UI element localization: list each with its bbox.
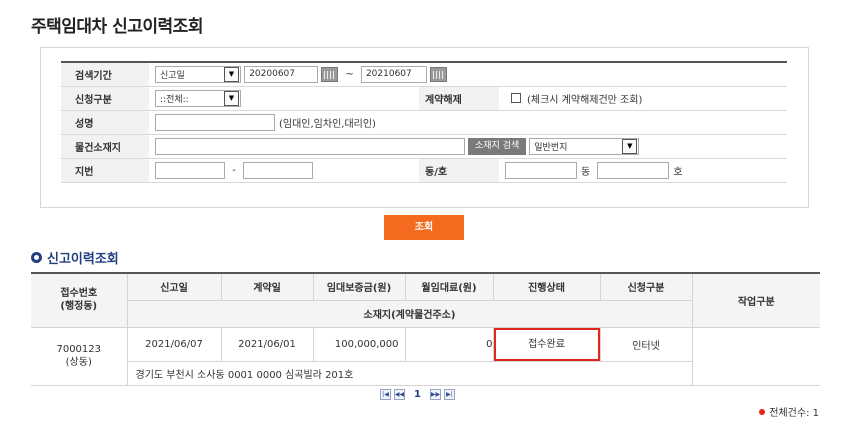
header-monthly-rent: 월임대료(원)	[404, 272, 494, 301]
table-header-row: 접수번호 (행정동) 신고일 계약일 임대보증금(원) 월임대료(원) 진행상태…	[31, 272, 820, 328]
cell-deposit: 100,000,000	[312, 326, 406, 362]
table-row[interactable]: 7000123 (상동) 2021/06/07 2021/06/01 100,0…	[31, 326, 820, 386]
cell-address: 경기도 부천시 소사동 0001 0000 심곡빌라 201호	[126, 360, 693, 386]
name-hint: (임대인,임차인,대리인)	[279, 118, 376, 130]
header-address: 소재지(계약물건주소)	[126, 299, 693, 328]
status-badge: 접수완료	[493, 327, 600, 361]
chevron-down-icon: ▼	[224, 90, 239, 106]
request-type-cell: ::전체:: ▼	[149, 86, 419, 111]
search-row-name: 성명 (임대인,임차인,대리인)	[61, 110, 787, 135]
page-title: 주택임대차 신고이력조회	[31, 17, 203, 37]
name-label: 성명	[61, 110, 149, 135]
search-button[interactable]: 조회	[384, 215, 464, 240]
page-number-current[interactable]: 1	[414, 389, 421, 400]
header-report-date: 신고일	[126, 272, 222, 301]
cancel-checkbox[interactable]	[511, 93, 521, 103]
calendar-icon[interactable]	[321, 66, 339, 82]
cell-work-type	[691, 326, 820, 386]
prev-page-icon[interactable]: ◀◀	[394, 389, 405, 400]
cell-progress: 접수완료	[492, 326, 601, 362]
period-type-select[interactable]: 신고일 ▼	[155, 65, 241, 83]
dong-input[interactable]	[505, 161, 577, 179]
dongho-label: 동/호	[419, 158, 499, 183]
lot-sub-input[interactable]	[242, 161, 313, 179]
lot-separator: -	[232, 164, 236, 176]
bullet-icon	[759, 408, 766, 415]
result-table: 접수번호 (행정동) 신고일 계약일 임대보증금(원) 월임대료(원) 진행상태…	[31, 272, 820, 386]
chevron-down-icon: ▼	[622, 138, 638, 154]
name-input[interactable]	[155, 113, 275, 131]
header-work-type: 작업구분	[691, 272, 820, 328]
search-row-lot: 지번 - 동/호 동 호	[61, 158, 787, 183]
ho-input[interactable]	[597, 161, 670, 179]
header-contract-date: 계약일	[220, 272, 314, 301]
date-from-input[interactable]: 20200607	[244, 65, 319, 83]
header-receipt-no: 접수번호 (행정동)	[31, 272, 128, 328]
total-count-text: 전체건수: 1	[769, 408, 819, 419]
cell-contract-date: 2021/06/01	[220, 326, 314, 362]
location-label: 물건소재지	[61, 134, 149, 159]
first-page-icon[interactable]: |◀	[380, 389, 391, 400]
cancel-label: 계약해제	[419, 86, 499, 111]
section-title: 신고이력조회	[31, 248, 119, 267]
cell-monthly-rent: 0	[404, 326, 494, 362]
dongho-cell: 동 호	[499, 158, 787, 183]
header-progress: 진행상태	[492, 272, 601, 301]
lot-label: 지번	[61, 158, 149, 183]
last-page-icon[interactable]: ▶|	[443, 389, 455, 400]
calendar-icon[interactable]	[429, 66, 447, 82]
period-label: 검색기간	[61, 62, 149, 87]
next-page-icon[interactable]: ▶▶	[429, 389, 441, 400]
dong-unit: 동	[581, 166, 591, 178]
period-cell: 신고일 ▼ 20200607 ~ 20210607	[149, 62, 787, 87]
date-range-separator: ~	[345, 68, 354, 80]
header-request-type: 신청구분	[599, 272, 693, 301]
search-row-location: 물건소재지 소재지 검색 일반번지 ▼	[61, 134, 787, 159]
search-form: 검색기간 신고일 ▼ 20200607 ~ 20210607 신청구분 ::전체:…	[61, 61, 787, 183]
ho-unit: 호	[673, 166, 683, 178]
location-search-button[interactable]: 소재지 검색	[468, 137, 527, 155]
cell-receipt-no: 7000123 (상동)	[31, 326, 128, 386]
search-row-request: 신청구분 ::전체:: ▼ 계약해제 (체크시 계약해제건만 조회)	[61, 86, 787, 111]
location-cell: 소재지 검색 일반번지 ▼	[149, 134, 787, 159]
header-deposit: 임대보증금(원)	[312, 272, 406, 301]
cancel-cell: (체크시 계약해제건만 조회)	[499, 86, 787, 111]
location-input[interactable]	[155, 137, 465, 155]
cancel-hint: (체크시 계약해제건만 조회)	[527, 94, 643, 106]
request-type-label: 신청구분	[61, 86, 149, 111]
cell-request-type: 인터넷	[599, 326, 693, 362]
total-count: 전체건수: 1	[759, 404, 819, 419]
lot-cell: -	[149, 158, 419, 183]
lot-main-input[interactable]	[155, 161, 225, 179]
search-panel: 검색기간 신고일 ▼ 20200607 ~ 20210607 신청구분 ::전체:…	[40, 47, 809, 208]
search-row-period: 검색기간 신고일 ▼ 20200607 ~ 20210607	[61, 62, 787, 87]
cell-report-date: 2021/06/07	[126, 326, 222, 362]
section-title-text: 신고이력조회	[47, 252, 119, 267]
name-cell: (임대인,임차인,대리인)	[149, 110, 787, 135]
request-type-select[interactable]: ::전체:: ▼	[155, 89, 241, 107]
address-type-select[interactable]: 일반번지 ▼	[529, 137, 640, 155]
circle-bullet-icon	[31, 252, 42, 263]
pagination: |◀ ◀◀ 1 ▶▶ ▶|	[380, 389, 455, 400]
date-to-input[interactable]: 20210607	[360, 65, 427, 83]
chevron-down-icon: ▼	[224, 66, 239, 82]
